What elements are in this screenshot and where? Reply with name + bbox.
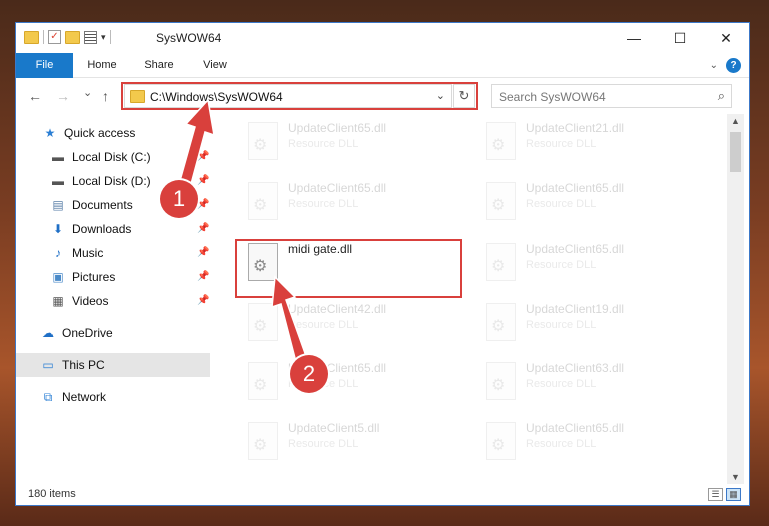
step-2-badge: 2 <box>290 355 328 393</box>
arrow-2 <box>271 275 307 364</box>
step-1-badge: 1 <box>160 180 198 218</box>
annotation-arrows <box>175 98 307 364</box>
